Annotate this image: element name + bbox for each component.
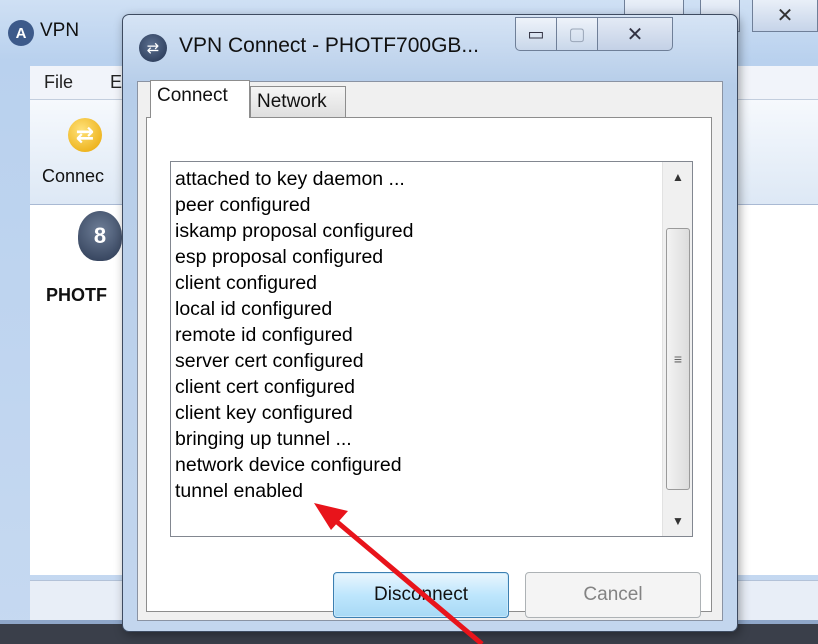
log-line: esp proposal configured	[175, 246, 384, 268]
main-window-title: VPN	[40, 20, 80, 41]
log-line: client configured	[175, 272, 318, 294]
main-close-button[interactable]: ✕	[752, 0, 818, 32]
close-icon: ✕	[776, 5, 794, 27]
connect-tab-panel: attached to key daemon ... peer configur…	[146, 117, 712, 618]
log-line: client key configured	[175, 402, 353, 424]
grip-icon: ≡	[673, 351, 683, 367]
minimize-icon: ▭	[527, 23, 545, 44]
maximize-icon: ▢	[568, 23, 586, 44]
cancel-button[interactable]: Cancel	[525, 572, 701, 618]
dialog-minimize-button[interactable]: ▭	[515, 17, 557, 51]
scroll-up-icon: ▲	[672, 170, 684, 184]
vpn-lock-icon: A	[8, 20, 34, 46]
dialog-maximize-button[interactable]: ▢	[556, 17, 598, 51]
log-line: tunnel enabled	[175, 480, 303, 502]
site-item-label: PHOTF	[46, 285, 107, 305]
lock-icon: 8	[78, 211, 122, 261]
log-line: iskamp proposal configured	[175, 220, 414, 242]
toolbar-connect-label: Connec	[42, 166, 105, 186]
log-line: attached to key daemon ...	[175, 168, 405, 190]
log-line: bringing up tunnel ...	[175, 428, 352, 450]
dialog-body: Connect Network attached to key daemon .…	[137, 80, 723, 621]
menu-edit[interactable]: E	[110, 72, 122, 93]
dialog-close-button[interactable]: ✕	[597, 17, 673, 51]
disconnect-button[interactable]: Disconnect	[333, 572, 509, 618]
scroll-down-icon: ▼	[672, 514, 684, 528]
log-line: network device configured	[175, 454, 402, 476]
connect-icon: ⇄	[68, 118, 102, 152]
log-line: server cert configured	[175, 350, 364, 372]
connection-log[interactable]: attached to key daemon ... peer configur…	[170, 161, 693, 537]
log-line: remote id configured	[175, 324, 353, 346]
tab-connect[interactable]: Connect	[150, 80, 250, 118]
log-lines: attached to key daemon ... peer configur…	[175, 166, 661, 504]
vpn-connect-dialog: ⇄ VPN Connect - PHOTF700GB... ▭ ▢ ✕ Conn…	[122, 14, 738, 632]
dialog-title: VPN Connect - PHOTF700GB...	[179, 34, 479, 57]
log-line: peer configured	[175, 194, 311, 216]
scroll-down-button[interactable]: ▼	[663, 506, 693, 536]
scroll-thumb[interactable]: ≡	[666, 228, 690, 490]
vpn-connect-icon: ⇄	[139, 34, 167, 62]
log-line: client cert configured	[175, 376, 355, 398]
menu-file[interactable]: File	[44, 72, 73, 93]
close-icon: ✕	[626, 23, 644, 46]
scroll-up-button[interactable]: ▲	[663, 162, 693, 192]
log-scrollbar[interactable]: ▲ ≡ ▼	[662, 162, 692, 536]
tab-network[interactable]: Network	[250, 86, 346, 118]
log-line: local id configured	[175, 298, 333, 320]
